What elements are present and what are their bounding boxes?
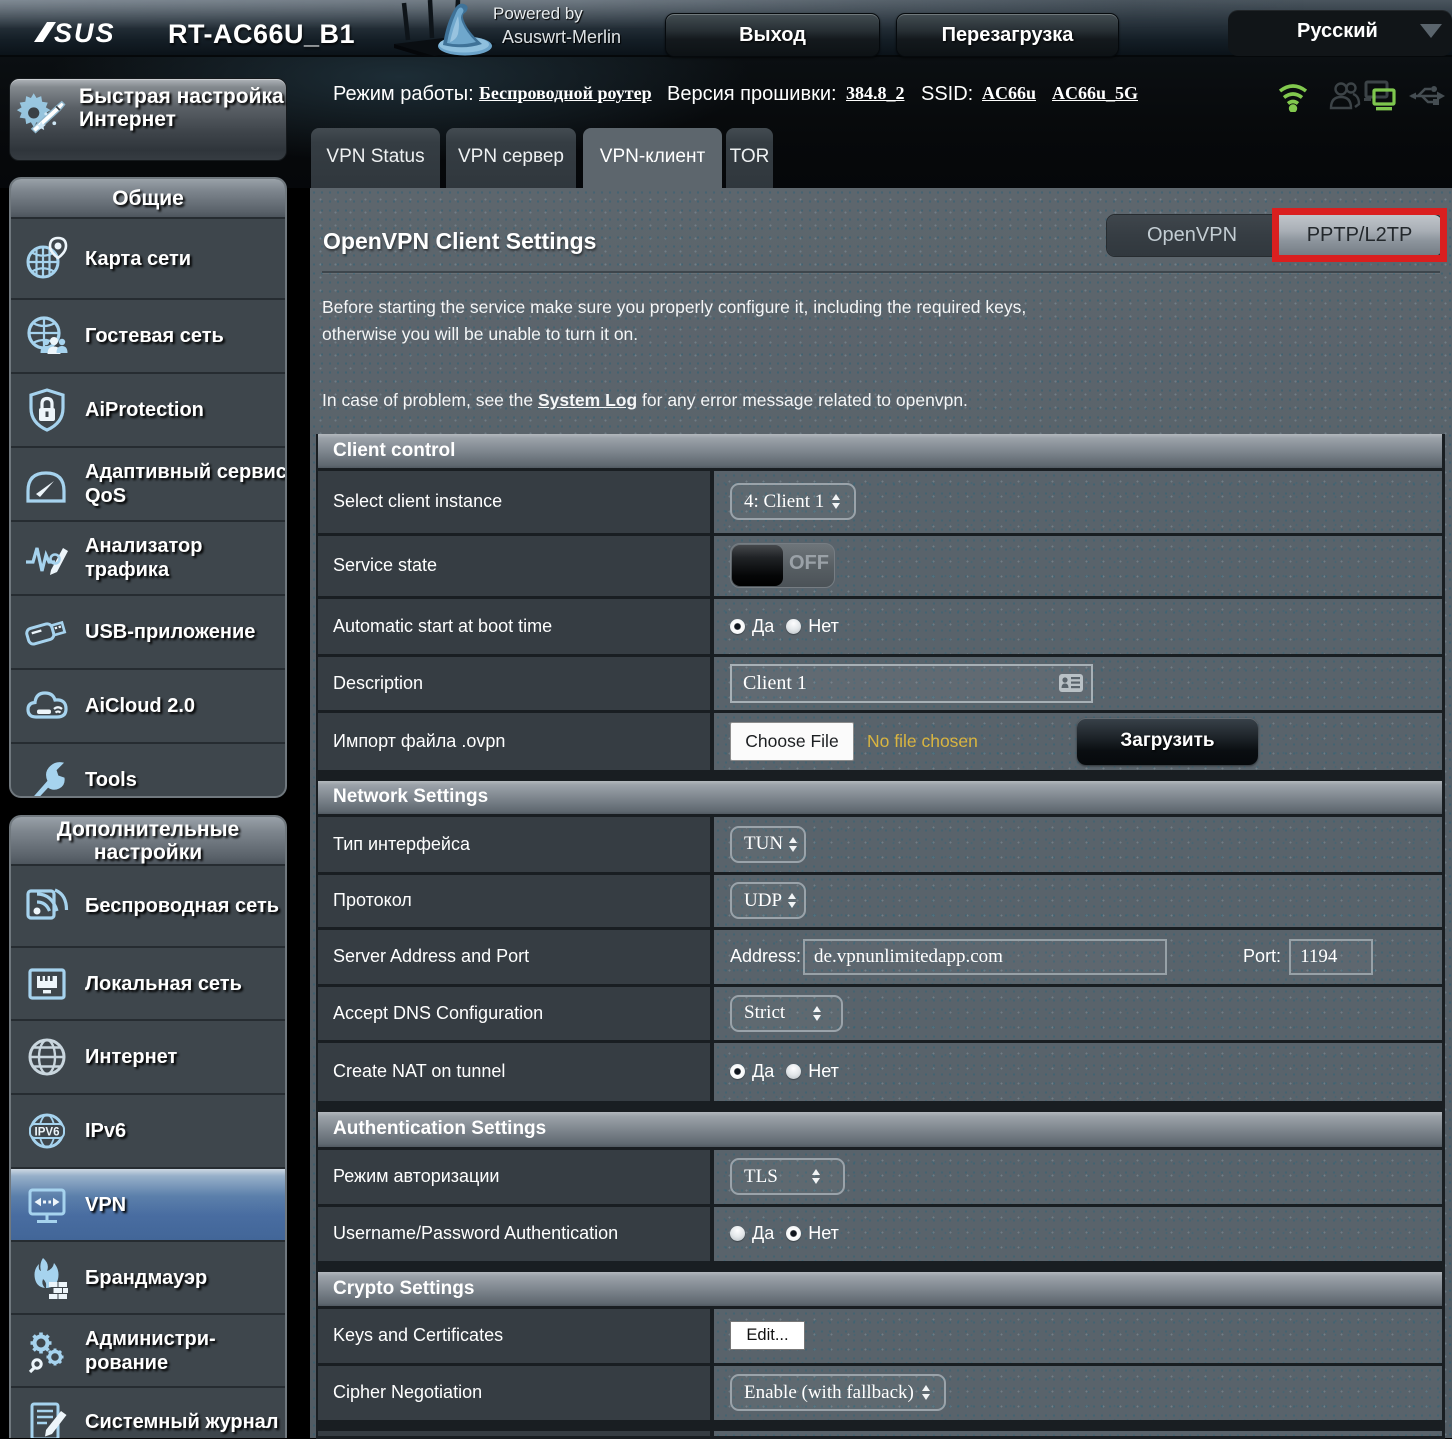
svg-text:SUS: SUS [54, 19, 116, 45]
svg-text:IPV6: IPV6 [35, 1127, 60, 1139]
